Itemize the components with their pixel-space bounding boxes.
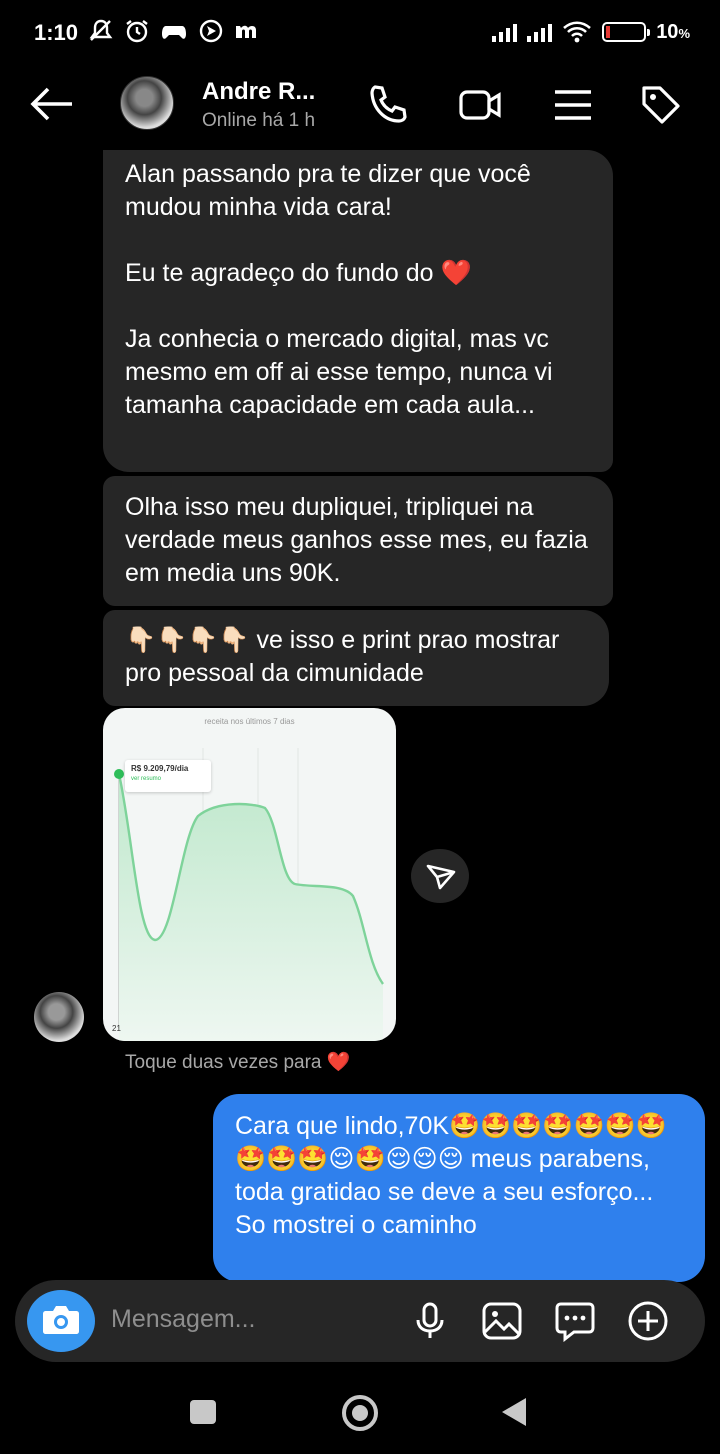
double-tap-hint: Toque duas vezes para ❤️ <box>125 1050 350 1074</box>
video-icon[interactable] <box>458 82 504 128</box>
menu-icon[interactable] <box>550 82 596 128</box>
microphone-icon[interactable] <box>409 1300 451 1342</box>
bell-off-icon <box>89 19 113 41</box>
home-button[interactable] <box>342 1395 378 1431</box>
battery-level: 10% <box>656 20 690 43</box>
message-text: 👇🏻👇🏻👇🏻👇🏻 ve isso e print prao mostrar pr… <box>125 626 560 687</box>
message-bubble-outgoing[interactable]: Cara que lindo,70K🤩🤩🤩🤩🤩🤩🤩🤩🤩🤩😌🤩😌😌😌 meus p… <box>213 1094 705 1282</box>
status-system-icons: 10% <box>492 20 690 44</box>
phone-icon[interactable] <box>366 82 412 128</box>
message-text: Eu te agradeço do fundo do ❤️ <box>125 259 472 287</box>
message-composer: Mensagem... <box>15 1280 705 1362</box>
chart-tooltip: R$ 9.209,79/dia ver resumo <box>125 760 211 792</box>
nav-app-icon <box>199 19 223 43</box>
camera-icon <box>43 1306 79 1334</box>
message-text: Olha isso meu dupliquei, tripliquei na v… <box>125 493 588 587</box>
send-icon <box>426 864 456 890</box>
revenue-chart <box>114 748 384 1041</box>
contact-avatar[interactable] <box>120 76 174 130</box>
share-button[interactable] <box>411 849 469 903</box>
message-input[interactable]: Mensagem... <box>111 1305 256 1334</box>
back-button[interactable] <box>502 1398 526 1426</box>
message-bubble-incoming[interactable]: 👇🏻👇🏻👇🏻👇🏻 ve isso e print prao mostrar pr… <box>103 610 609 706</box>
m-app-icon <box>236 25 256 38</box>
tooltip-link: ver resumo <box>131 776 162 782</box>
message-bubble-incoming[interactable]: Alan passando pra te dizer que você mudo… <box>103 150 613 472</box>
gallery-icon[interactable] <box>481 1300 523 1342</box>
contact-name[interactable]: Andre R... <box>202 78 315 106</box>
status-bar: 1:10 10% <box>0 0 720 66</box>
camera-button[interactable] <box>27 1290 95 1352</box>
sticker-icon[interactable] <box>554 1300 596 1342</box>
signal-2-icon <box>527 22 553 42</box>
wifi-icon <box>563 21 592 43</box>
recent-apps-button[interactable] <box>190 1400 216 1424</box>
message-text: Alan passando pra te dizer que você mudo… <box>125 160 531 221</box>
contact-status: Online há 1 h <box>202 110 316 131</box>
image-message[interactable]: receita nos últimos 7 dias R$ 9.209,79/d… <box>103 708 396 1041</box>
message-text: Cara que lindo,70K🤩🤩🤩🤩🤩🤩🤩🤩🤩🤩😌🤩😌😌😌 meus p… <box>235 1112 667 1239</box>
hint-text: Toque duas vezes para <box>125 1052 322 1073</box>
chat-header: Andre R... Online há 1 h <box>0 66 720 146</box>
status-time: 1:10 <box>34 20 79 45</box>
tooltip-value: R$ 9.209,79/dia <box>131 764 189 773</box>
back-arrow-icon[interactable] <box>28 84 74 124</box>
area-fill <box>119 774 383 1041</box>
alarm-icon <box>126 20 148 43</box>
highlight-point <box>114 769 124 779</box>
heart-emoji: ❤️ <box>326 1052 351 1073</box>
status-notification-icons <box>88 18 260 44</box>
message-text: Ja conhecia o mercado digital, mas vc me… <box>125 325 553 419</box>
game-controller-icon <box>162 26 186 39</box>
tag-icon[interactable] <box>638 82 684 128</box>
battery-icon <box>602 22 651 42</box>
plus-icon[interactable] <box>627 1300 669 1342</box>
signal-1-icon <box>492 22 518 42</box>
x-axis-label: 21 <box>112 1024 121 1033</box>
system-nav-bar <box>0 1362 720 1454</box>
sender-avatar[interactable] <box>34 992 84 1042</box>
message-bubble-incoming[interactable]: Olha isso meu dupliquei, tripliquei na v… <box>103 476 613 606</box>
